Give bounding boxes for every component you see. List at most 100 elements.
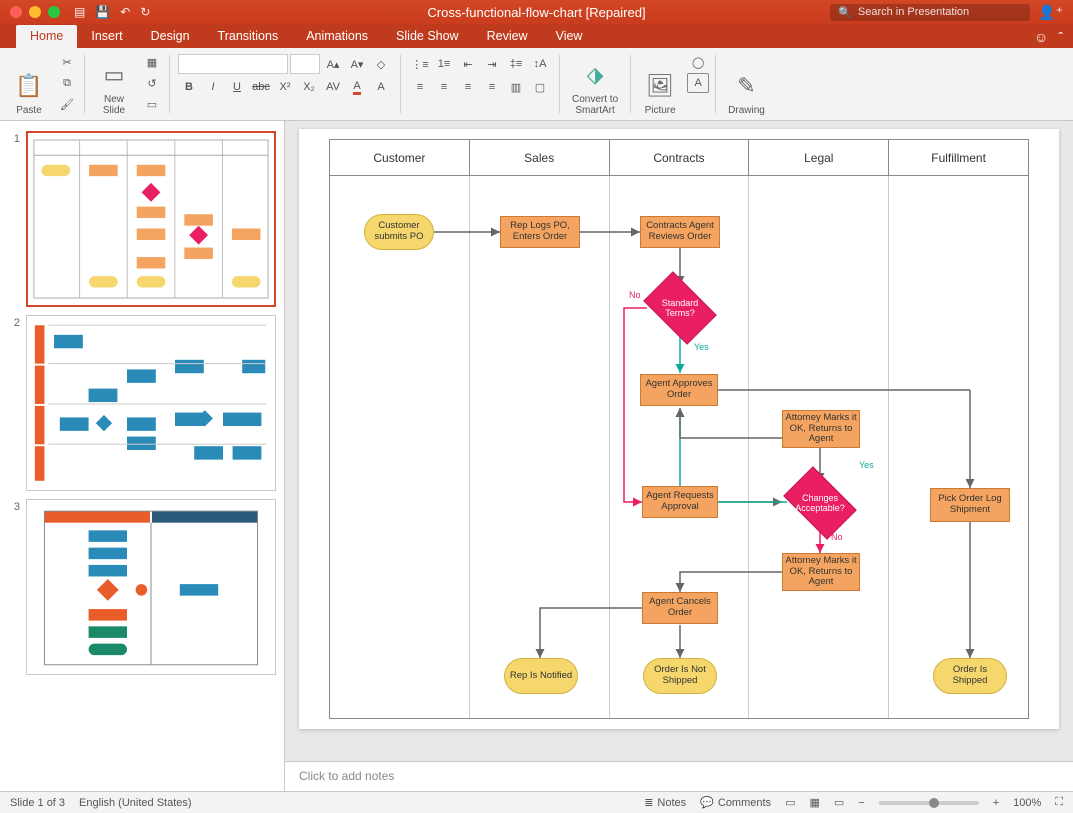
- clear-format-icon[interactable]: ◇: [370, 54, 392, 74]
- align-text-icon[interactable]: ▢: [529, 77, 551, 97]
- shape-agent-cancels[interactable]: Agent Cancels Order: [642, 592, 718, 624]
- shape-attorney-marks-2[interactable]: Attorney Marks it OK, Returns to Agent: [782, 553, 860, 591]
- notes-pane[interactable]: Click to add notes: [285, 761, 1073, 791]
- new-slide-group[interactable]: ▭ New Slide: [91, 52, 137, 116]
- justify-icon[interactable]: ≡: [481, 77, 503, 97]
- slide-canvas[interactable]: Customer Sales Contracts Legal Fulfillme…: [285, 121, 1073, 761]
- tab-home[interactable]: Home: [16, 25, 77, 48]
- char-spacing-icon[interactable]: AV: [322, 77, 344, 97]
- slide-thumb-2[interactable]: 2: [0, 311, 284, 495]
- underline-button[interactable]: U: [226, 77, 248, 97]
- lane-header-legal[interactable]: Legal: [749, 140, 889, 175]
- tab-insert[interactable]: Insert: [77, 25, 136, 48]
- picture-group[interactable]: 🖼 Picture: [637, 52, 683, 116]
- increase-font-icon[interactable]: A▴: [322, 54, 344, 74]
- tab-slideshow[interactable]: Slide Show: [382, 25, 473, 48]
- shape-order-not-shipped[interactable]: Order Is Not Shipped: [643, 658, 717, 694]
- lane-header-fulfillment[interactable]: Fulfillment: [889, 140, 1028, 175]
- search-input[interactable]: [858, 6, 1022, 18]
- shape-standard-terms[interactable]: Standard Terms?: [647, 285, 713, 331]
- section-icon[interactable]: ▭: [141, 94, 163, 114]
- textbox-icon[interactable]: A: [687, 73, 709, 93]
- view-sorter-icon[interactable]: ▦: [809, 796, 819, 809]
- shapes-icon[interactable]: ◯: [687, 52, 709, 72]
- superscript-button[interactable]: X²: [274, 77, 296, 97]
- zoom-level[interactable]: 100%: [1013, 797, 1041, 809]
- label-no-1: No: [629, 290, 641, 300]
- decrease-font-icon[interactable]: A▾: [346, 54, 368, 74]
- smartart-group[interactable]: ⬗ Convert to SmartArt: [566, 52, 624, 116]
- italic-button[interactable]: I: [202, 77, 224, 97]
- align-right-icon[interactable]: ≡: [457, 77, 479, 97]
- slide-thumb-3[interactable]: 3: [0, 495, 284, 679]
- text-direction-icon[interactable]: ↕A: [529, 54, 551, 74]
- status-notes-button[interactable]: ≣Notes: [644, 796, 686, 809]
- feedback-icon[interactable]: ☺: [1034, 29, 1048, 45]
- zoom-in-icon[interactable]: +: [993, 797, 999, 809]
- layout-icon[interactable]: ▦: [141, 52, 163, 72]
- zoom-slider[interactable]: [879, 801, 979, 805]
- shape-pick-order[interactable]: Pick Order Log Shipment: [930, 488, 1010, 522]
- collapse-ribbon-icon[interactable]: ˆ: [1058, 29, 1063, 45]
- line-spacing-icon[interactable]: ‡≡: [505, 54, 527, 74]
- status-language[interactable]: English (United States): [79, 797, 192, 809]
- font-family-select[interactable]: [178, 54, 288, 74]
- shape-order-shipped[interactable]: Order Is Shipped: [933, 658, 1007, 694]
- status-slide-count[interactable]: Slide 1 of 3: [10, 797, 65, 809]
- undo-icon[interactable]: ↶: [120, 5, 130, 19]
- swimlane-headers: Customer Sales Contracts Legal Fulfillme…: [330, 140, 1028, 176]
- tab-design[interactable]: Design: [137, 25, 204, 48]
- bullets-icon[interactable]: ⋮≡: [409, 54, 431, 74]
- maximize-icon[interactable]: [48, 6, 60, 18]
- shape-rep-logs[interactable]: Rep Logs PO, Enters Order: [500, 216, 580, 248]
- format-painter-icon[interactable]: 🖌: [56, 94, 78, 114]
- highlight-icon[interactable]: A: [370, 77, 392, 97]
- slide-panel: 1: [0, 121, 285, 791]
- lane-header-contracts[interactable]: Contracts: [610, 140, 750, 175]
- shape-agent-requests[interactable]: Agent Requests Approval: [642, 486, 718, 518]
- bold-button[interactable]: B: [178, 77, 200, 97]
- font-size-select[interactable]: [290, 54, 320, 74]
- slide-thumb-1[interactable]: 1: [0, 127, 284, 311]
- font-color-icon[interactable]: A: [346, 77, 368, 97]
- numbering-icon[interactable]: 1≡: [433, 54, 455, 74]
- tab-review[interactable]: Review: [473, 25, 542, 48]
- columns-icon[interactable]: ▥: [505, 77, 527, 97]
- shape-customer-submits[interactable]: Customer submits PO: [364, 214, 434, 250]
- new-slide-icon: ▭: [97, 57, 131, 93]
- drawing-group[interactable]: ✎ Drawing: [722, 52, 771, 116]
- lane-header-sales[interactable]: Sales: [470, 140, 610, 175]
- align-left-icon[interactable]: ≡: [409, 77, 431, 97]
- view-reading-icon[interactable]: ▭: [834, 796, 844, 809]
- zoom-out-icon[interactable]: −: [858, 797, 864, 809]
- indent-decrease-icon[interactable]: ⇤: [457, 54, 479, 74]
- save-icon[interactable]: 💾: [95, 5, 110, 19]
- view-normal-icon[interactable]: ▭: [785, 796, 795, 809]
- shape-agent-approves[interactable]: Agent Approves Order: [640, 374, 718, 406]
- search-icon: 🔍: [838, 6, 852, 19]
- shape-rep-notified[interactable]: Rep Is Notified: [504, 658, 578, 694]
- reset-icon[interactable]: ↺: [141, 73, 163, 93]
- shape-contracts-reviews[interactable]: Contracts Agent Reviews Order: [640, 216, 720, 248]
- tab-animations[interactable]: Animations: [292, 25, 382, 48]
- share-icon[interactable]: 👤⁺: [1038, 4, 1063, 21]
- fit-to-window-icon[interactable]: ⛶: [1055, 796, 1063, 809]
- cut-icon[interactable]: ✂: [56, 52, 78, 72]
- align-center-icon[interactable]: ≡: [433, 77, 455, 97]
- minimize-icon[interactable]: [29, 6, 41, 18]
- lane-header-customer[interactable]: Customer: [330, 140, 470, 175]
- strike-button[interactable]: abc: [250, 77, 272, 97]
- status-comments-button[interactable]: 💬Comments: [700, 796, 771, 809]
- shape-changes-acceptable[interactable]: Changes Acceptable?: [787, 480, 853, 526]
- autosave-icon[interactable]: ▤: [74, 5, 85, 19]
- copy-icon[interactable]: ⧉: [56, 73, 78, 93]
- subscript-button[interactable]: X₂: [298, 77, 320, 97]
- redo-icon[interactable]: ↻: [140, 5, 150, 19]
- indent-increase-icon[interactable]: ⇥: [481, 54, 503, 74]
- tab-transitions[interactable]: Transitions: [204, 25, 293, 48]
- close-icon[interactable]: [10, 6, 22, 18]
- paste-group[interactable]: 📋 Paste: [6, 52, 52, 116]
- search-box[interactable]: 🔍: [830, 4, 1030, 21]
- shape-attorney-marks-1[interactable]: Attorney Marks it OK, Returns to Agent: [782, 410, 860, 448]
- tab-view[interactable]: View: [542, 25, 597, 48]
